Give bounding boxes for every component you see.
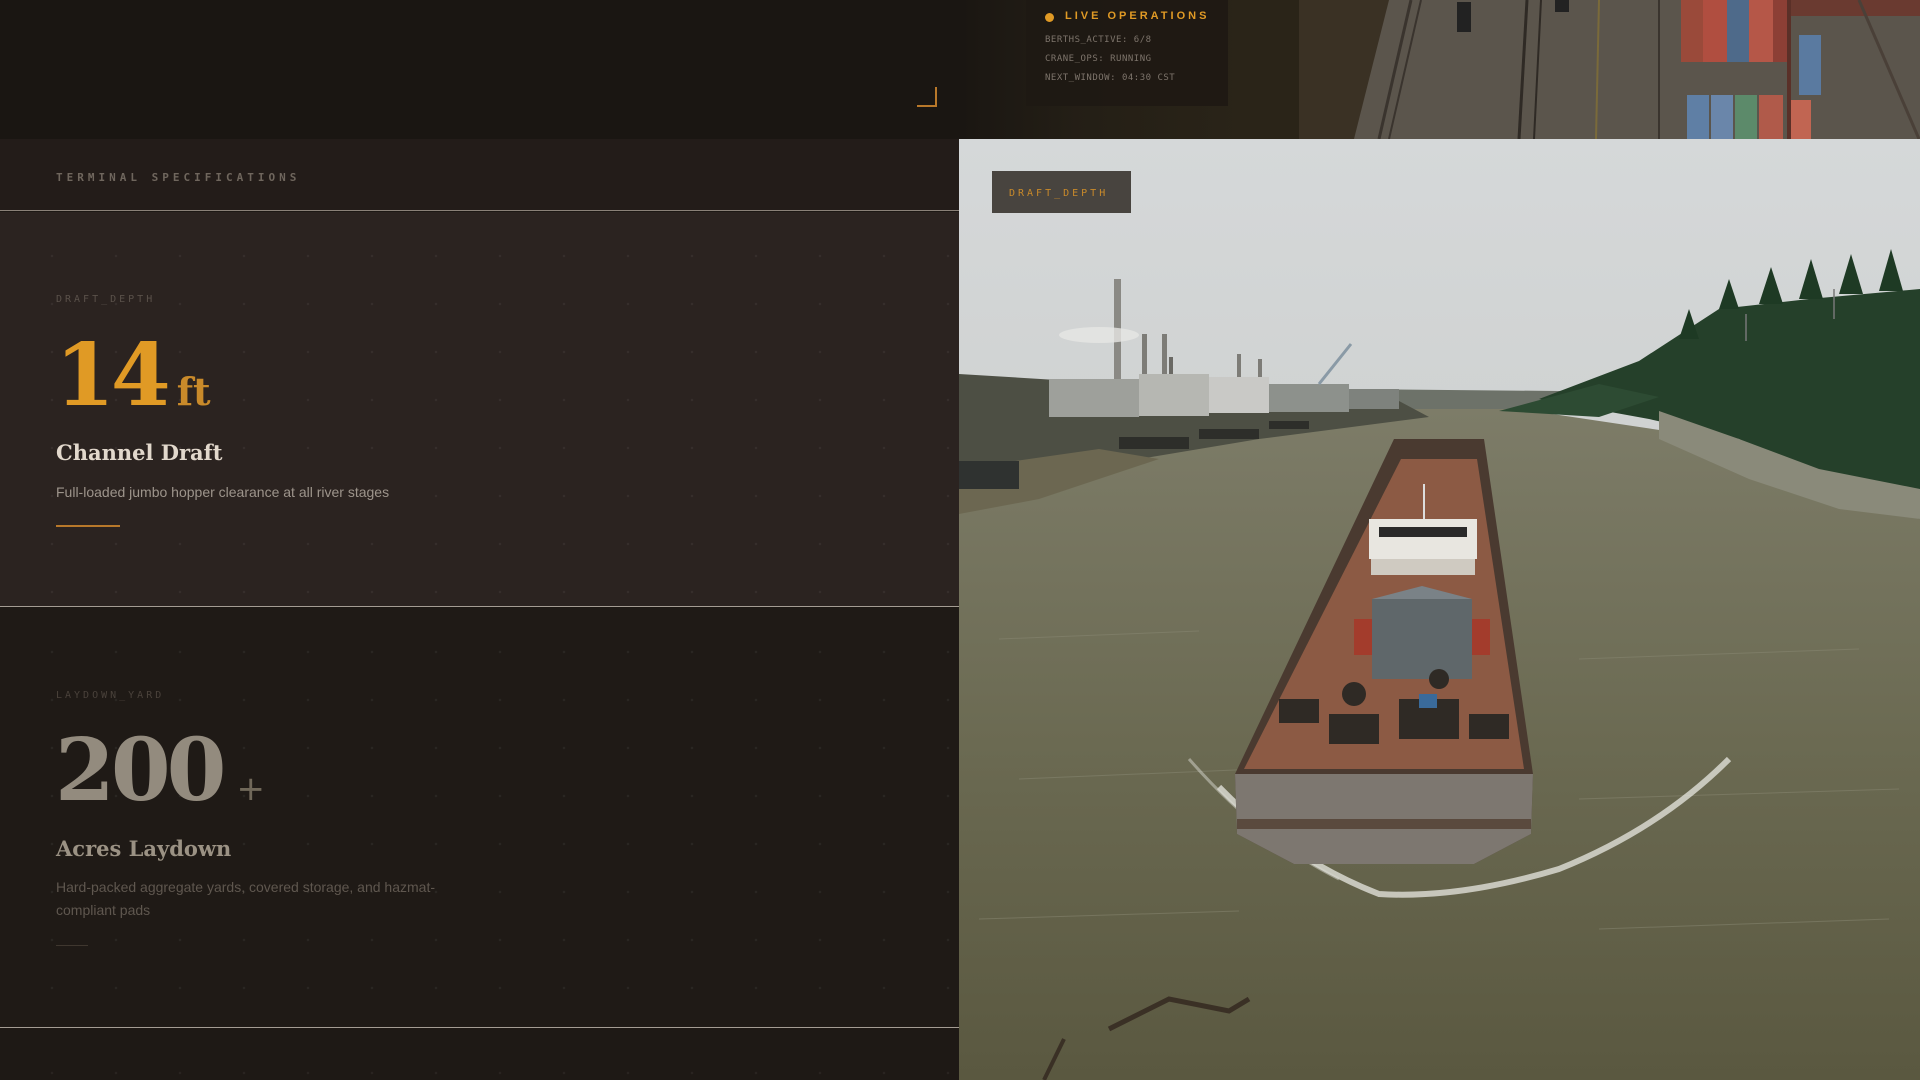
live-status-dot-icon <box>1045 13 1054 22</box>
corner-bracket-icon <box>917 87 937 107</box>
barge-river-image <box>959 139 1920 1080</box>
live-status-cranes: CRANE_OPS: RUNNING <box>1045 54 1152 64</box>
spec-card-accent-rule <box>56 525 120 527</box>
spec-card-title: Acres Laydown <box>56 836 232 861</box>
specs-header-label: TERMINAL SPECIFICATIONS <box>56 171 301 184</box>
spec-card-next[interactable] <box>0 1029 959 1080</box>
spec-card-value: 14 ft <box>55 333 211 419</box>
spec-card-value: 200 + <box>55 728 265 814</box>
spec-value-number: 14 <box>55 325 171 426</box>
top-band <box>0 0 959 139</box>
spec-card-tag: LAYDOWN_YARD <box>56 690 165 701</box>
live-status-berths: BERTHS_ACTIVE: 6/8 <box>1045 35 1152 45</box>
live-operations-title: LIVE OPERATIONS <box>1065 10 1210 22</box>
spec-card-title: Channel Draft <box>56 440 223 465</box>
media-column <box>959 0 1920 1080</box>
spec-value-unit: ft <box>176 369 211 414</box>
spec-value-number: 200 <box>55 720 227 821</box>
spec-card-description: Full-loaded jumbo hopper clearance at al… <box>56 484 390 500</box>
live-status-next-window: NEXT_WINDOW: 04:30 CST <box>1045 73 1176 83</box>
spec-card-tag: DRAFT_DEPTH <box>56 294 156 305</box>
spec-value-unit: + <box>236 769 266 809</box>
spec-card-accent-rule <box>56 945 88 946</box>
image-badge-label: DRAFT_DEPTH <box>1009 188 1109 199</box>
spec-card-description: Hard-packed aggregate yards, covered sto… <box>56 879 435 918</box>
